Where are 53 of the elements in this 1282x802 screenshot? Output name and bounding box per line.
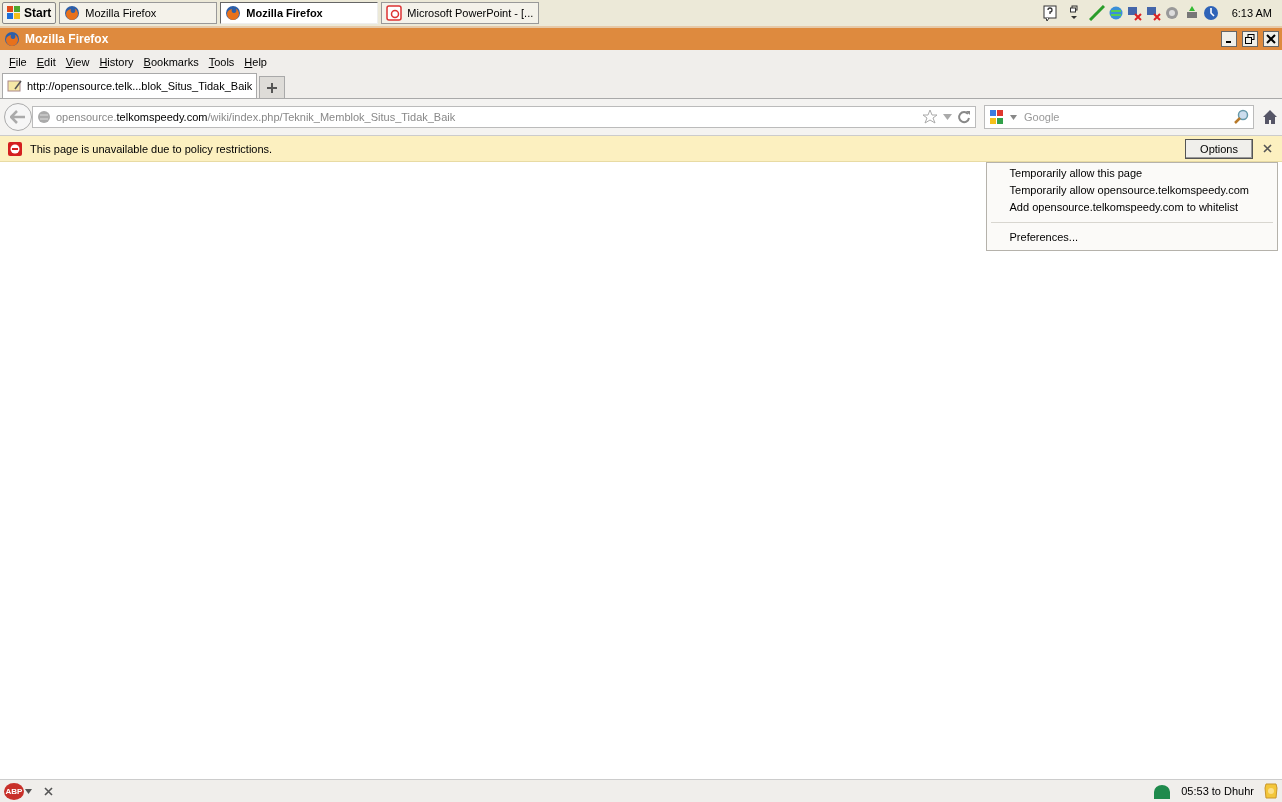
home-icon[interactable]	[1262, 109, 1278, 125]
back-arrow-icon	[10, 110, 26, 124]
network-error-icon[interactable]	[1126, 5, 1143, 21]
close-button[interactable]	[1261, 144, 1274, 153]
reload-icon[interactable]	[957, 110, 971, 124]
caret-icon	[25, 788, 32, 794]
clock: 6:13 AM	[1231, 7, 1272, 19]
close-button[interactable]	[42, 786, 55, 796]
menu-item[interactable]: Temporarily allow this page	[988, 165, 1275, 182]
minimize-button[interactable]	[1221, 31, 1237, 47]
firefox-icon	[4, 31, 20, 47]
start-button[interactable]: Start	[2, 2, 57, 24]
search-icon[interactable]	[1233, 109, 1249, 125]
menu-item[interactable]: Temporarily allow opensource.telkomspeedy.com	[988, 182, 1275, 199]
restore-icon[interactable]	[1069, 5, 1078, 21]
menu-item[interactable]: Help	[239, 53, 272, 70]
help-icon[interactable]	[1042, 5, 1057, 21]
menu-item[interactable]: File	[4, 53, 32, 70]
network-error-icon[interactable]	[1145, 5, 1162, 21]
plus-icon	[266, 81, 279, 94]
window-title: Mozilla Firefox	[25, 32, 109, 46]
mosque-icon	[1153, 783, 1172, 799]
menu-item[interactable]: Preferences...	[988, 229, 1275, 246]
address-field[interactable]: opensource.telkomspeedy.com/wiki/index.php/Teknik_Memblok_Situs_Tidak_Baik	[32, 106, 976, 128]
presentation-icon	[386, 5, 403, 21]
menu-item[interactable]: Tools	[203, 53, 240, 70]
notification-message: This page is unavailable due to policy restrictions.	[30, 142, 274, 155]
prayer-time: 05:53 to Dhuhr	[1181, 785, 1254, 797]
dropdown-arrow-icon[interactable]	[943, 114, 952, 120]
restore-icon	[1245, 34, 1255, 44]
speaker-icon[interactable]	[1164, 5, 1181, 21]
browser-tab[interactable]: http://opensource.telk...blok_Situs_Tidak_Baik	[2, 73, 258, 98]
menu-item[interactable]: Edit	[31, 53, 61, 70]
new-tab-button[interactable]	[259, 76, 286, 98]
taskbar-button[interactable]: Microsoft PowerPoint - [...	[381, 2, 540, 24]
menu-item[interactable]: View	[60, 53, 95, 70]
menu-item[interactable]: History	[94, 53, 139, 70]
menu-item[interactable]: Add opensource.telkomspeedy.com to whitelist	[988, 199, 1275, 216]
taskbar-button[interactable]: Mozilla Firefox	[220, 2, 379, 24]
close-button[interactable]	[1263, 31, 1279, 47]
close-icon	[1266, 34, 1276, 44]
restore-button[interactable]	[1242, 31, 1258, 47]
firefox-icon	[225, 5, 242, 21]
taskbar-button[interactable]: Mozilla Firefox	[59, 2, 218, 24]
page-icon	[7, 79, 23, 93]
firefox-icon	[64, 5, 81, 21]
search-box[interactable]: Google	[984, 105, 1254, 129]
options-button[interactable]: Options	[1185, 138, 1253, 159]
menu-item[interactable]: Bookmarks	[138, 53, 204, 70]
star-icon[interactable]	[922, 109, 938, 125]
windows-logo-icon	[7, 6, 21, 20]
blocked-icon	[8, 141, 22, 156]
dropdown-arrow-icon[interactable]	[1010, 114, 1017, 120]
